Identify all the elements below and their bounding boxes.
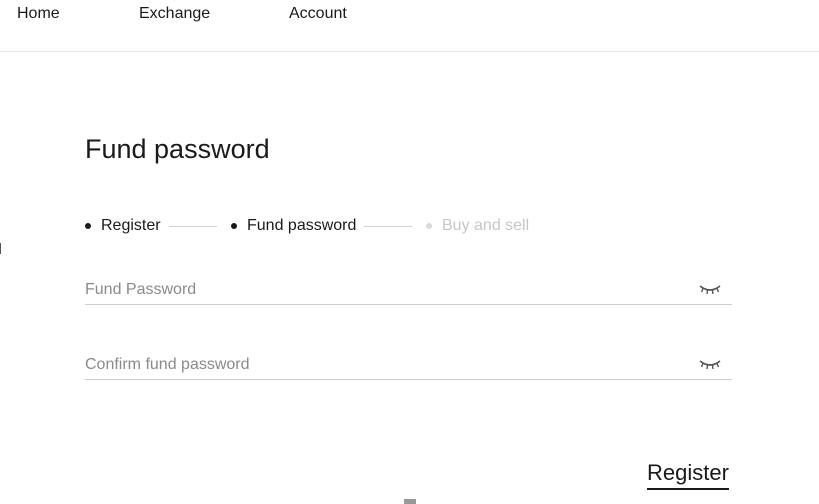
step-label: Buy and sell xyxy=(442,217,530,234)
step-dot-icon xyxy=(231,223,237,229)
step-register: Register xyxy=(85,216,161,236)
step-dot-icon xyxy=(85,223,91,229)
eye-closed-icon[interactable] xyxy=(698,283,722,297)
page-title: Fund password xyxy=(85,134,270,164)
step-dot-icon xyxy=(426,223,432,229)
register-button[interactable]: Register xyxy=(647,460,729,490)
progress-stepper: Register Fund password Buy and sell xyxy=(85,216,545,236)
nav-exchange-link[interactable]: Exchange xyxy=(139,5,210,23)
scroll-indicator xyxy=(404,499,416,504)
step-label: Register xyxy=(101,217,161,234)
step-fund-password: Fund password xyxy=(231,216,356,236)
confirm-fund-password-field xyxy=(85,354,732,380)
left-edge-marker xyxy=(0,243,1,254)
step-label: Fund password xyxy=(247,217,357,234)
top-navigation: Home Exchange Account xyxy=(0,0,819,52)
step-connector xyxy=(364,226,412,227)
fund-password-field xyxy=(85,279,732,305)
nav-home-link[interactable]: Home xyxy=(17,5,60,23)
fund-password-input[interactable] xyxy=(85,279,685,301)
eye-closed-icon[interactable] xyxy=(698,358,722,372)
step-connector xyxy=(169,226,217,227)
step-buy-and-sell: Buy and sell xyxy=(426,216,529,236)
nav-account-link[interactable]: Account xyxy=(289,5,347,23)
confirm-fund-password-input[interactable] xyxy=(85,354,685,376)
